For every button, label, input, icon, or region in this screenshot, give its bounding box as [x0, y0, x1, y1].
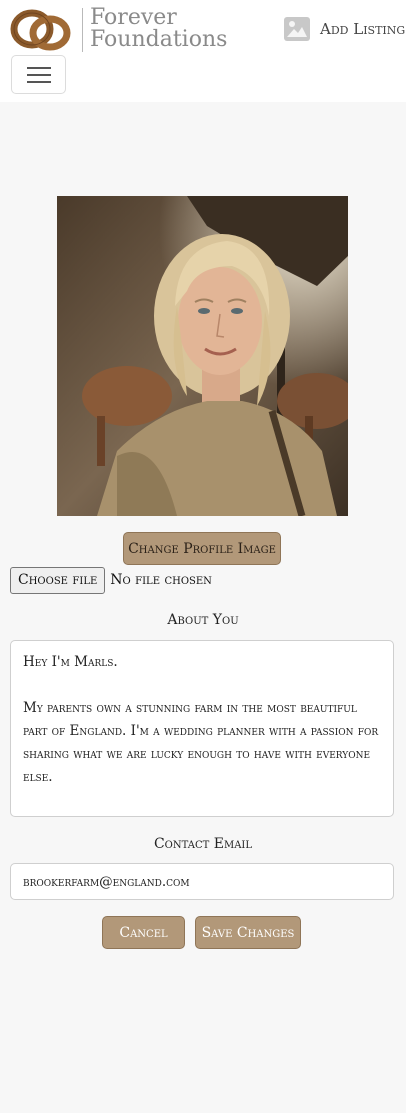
file-input[interactable]: Choose file No file chosen: [10, 566, 212, 594]
hamburger-icon-bar: [27, 74, 51, 76]
change-profile-image-button[interactable]: Change Profile Image: [123, 532, 281, 565]
add-listing-link[interactable]: Add Listing: [284, 16, 405, 42]
add-listing-label: Add Listing: [320, 20, 406, 38]
brand-divider: [82, 8, 83, 52]
profile-photo-illustration: [57, 196, 348, 516]
contact-email-input[interactable]: brookerfarm@england.com: [10, 863, 394, 900]
menu-toggle-button[interactable]: [11, 55, 66, 94]
about-you-textarea[interactable]: Hey I'm Marls. My parents own a stunning…: [10, 640, 394, 817]
interlocked-rings-logo: [10, 9, 71, 51]
hamburger-icon-bar: [27, 67, 51, 69]
cancel-button[interactable]: Cancel: [102, 916, 185, 949]
hamburger-icon-bar: [27, 81, 51, 83]
brand-name-line2: Foundations: [90, 27, 228, 52]
profile-image: [57, 196, 348, 516]
image-icon: [284, 17, 310, 41]
save-changes-button[interactable]: Save Changes: [195, 916, 301, 949]
brand-link[interactable]: Forever Foundations: [10, 5, 230, 53]
contact-email-label: Contact Email: [153, 836, 253, 852]
choose-file-button[interactable]: Choose file: [10, 566, 106, 594]
file-status-text: No file chosen: [110, 572, 212, 588]
about-you-label: About You: [167, 612, 239, 628]
navbar: Forever Foundations Add Listing: [0, 0, 406, 102]
brand-name-line1: Forever: [90, 5, 177, 30]
